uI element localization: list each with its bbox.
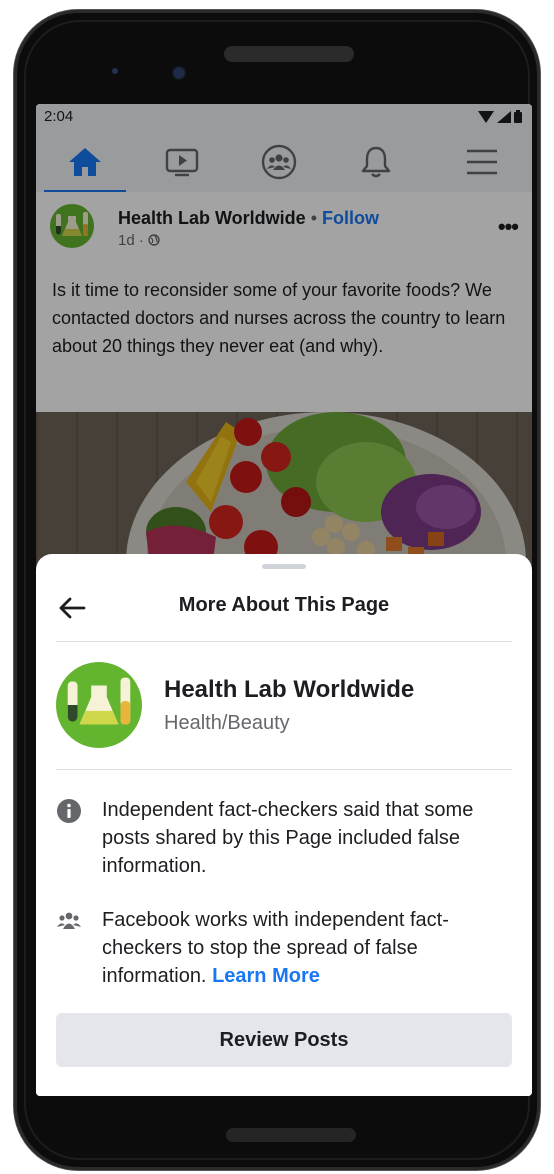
sheet-title: More About This Page [178,594,390,616]
sheet-header: More About This Page [36,578,532,638]
top-nav [36,132,532,193]
post-timestamp[interactable]: 1d · [118,232,144,249]
page-name[interactable]: Health Lab Worldwide [164,676,414,704]
hamburger-menu-icon [467,149,497,175]
divider [56,769,512,770]
video-icon [165,148,199,177]
tab-notifications[interactable] [336,132,416,192]
bell-icon [361,146,391,178]
feed-post: Health Lab Worldwide • Follow 1d · ••• I… [36,192,532,412]
home-icon [69,148,101,176]
earpiece-speaker [224,46,354,62]
page-avatar-large[interactable] [56,662,142,748]
info-icon [57,799,81,823]
tab-watch[interactable] [142,132,222,192]
review-posts-button[interactable]: Review Posts [56,1013,512,1067]
separator-dot: • [310,208,318,228]
fact-check-text: Independent fact-checkers said that some… [102,799,474,877]
bottom-sheet: More About This Page Health Lab Worldwid… [36,554,532,1096]
post-meta: 1d · [118,232,160,249]
tab-menu[interactable] [442,132,522,192]
wifi-icon [478,110,494,123]
more-options-button[interactable]: ••• [498,214,519,240]
status-time: 2:04 [44,108,74,125]
battery-icon [514,110,522,123]
lab-flasks-icon [67,677,131,725]
globe-icon [148,234,160,246]
status-icons [478,110,522,123]
follow-button[interactable]: Follow [322,208,379,228]
signal-icon [497,110,511,123]
sensor [112,68,118,74]
groups-icon [261,144,297,180]
tab-home[interactable] [45,132,125,192]
bottom-speaker [226,1128,356,1142]
partnership-text-block: Facebook works with independent fact-che… [102,906,512,990]
status-bar: 2:04 [36,104,532,132]
divider [56,641,512,642]
page-avatar[interactable] [50,204,94,248]
front-camera [174,68,184,78]
page-category: Health/Beauty [164,712,290,734]
lab-flasks-icon [56,212,88,236]
tab-groups[interactable] [239,132,319,192]
post-text: Is it time to reconsider some of your fa… [52,280,506,356]
learn-more-link[interactable]: Learn More [212,965,320,987]
post-header-line: Health Lab Worldwide • Follow [118,208,379,229]
screen: 2:04 Health Lab Worldwide • Follow 1d · … [36,104,532,1096]
people-icon [57,912,81,929]
page-info: Health Lab Worldwide Health/Beauty [36,654,532,754]
post-page-name[interactable]: Health Lab Worldwide [118,208,306,228]
sheet-grabber[interactable] [262,564,306,569]
